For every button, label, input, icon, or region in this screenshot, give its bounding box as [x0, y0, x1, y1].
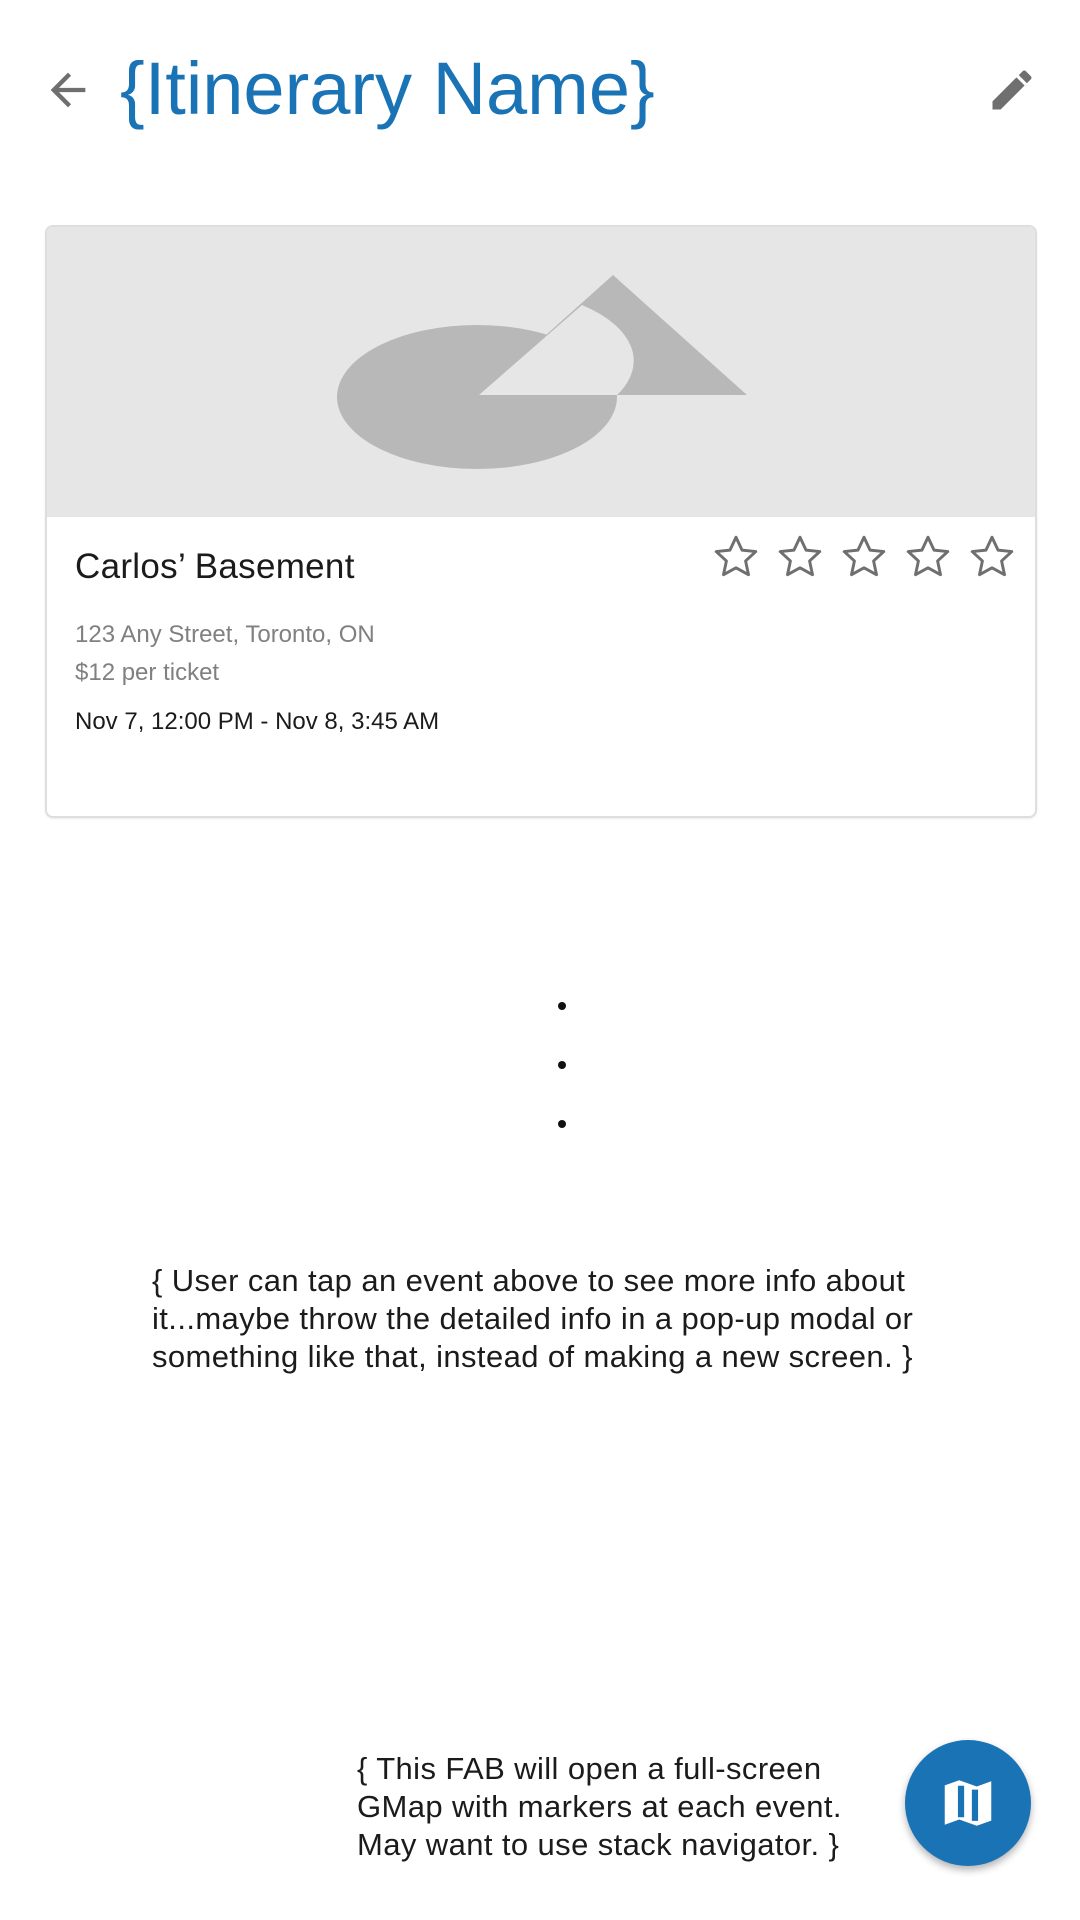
- star-3-icon[interactable]: [839, 532, 889, 582]
- star-2-icon[interactable]: [775, 532, 825, 582]
- back-button[interactable]: [40, 62, 96, 118]
- map-fab-button[interactable]: [905, 1740, 1031, 1866]
- arrow-back-icon: [50, 72, 86, 108]
- itinerary-screen: {Itinerary Name} Carlos’ Basement 123 An…: [0, 0, 1080, 1920]
- event-image: [47, 227, 1035, 517]
- event-name: Carlos’ Basement: [75, 547, 355, 586]
- event-dates: Nov 7, 12:00 PM - Nov 8, 3:45 AM: [75, 708, 440, 735]
- star-rating[interactable]: [711, 532, 1017, 582]
- map-icon: [944, 1780, 992, 1826]
- image-placeholder-icon: [337, 275, 747, 469]
- app-bar: {Itinerary Name}: [0, 0, 1080, 180]
- event-card[interactable]: Carlos’ Basement 123 Any Street, Toronto…: [45, 225, 1037, 818]
- event-price: $12 per ticket: [75, 659, 220, 686]
- star-1-icon[interactable]: [711, 532, 761, 582]
- edit-button[interactable]: [984, 62, 1040, 118]
- ellipsis-dot: [558, 1120, 566, 1128]
- pencil-icon: [992, 70, 1032, 110]
- page-title: {Itinerary Name}: [120, 47, 655, 130]
- design-note-fab: { This FAB will open a full-screen GMap …: [357, 1751, 842, 1862]
- ellipsis-dot: [558, 1002, 566, 1010]
- event-address: 123 Any Street, Toronto, ON: [75, 621, 375, 648]
- design-note-tap-event: { User can tap an event above to see mor…: [152, 1263, 914, 1374]
- star-5-icon[interactable]: [967, 532, 1017, 582]
- star-4-icon[interactable]: [903, 532, 953, 582]
- ellipsis-dot: [558, 1061, 566, 1069]
